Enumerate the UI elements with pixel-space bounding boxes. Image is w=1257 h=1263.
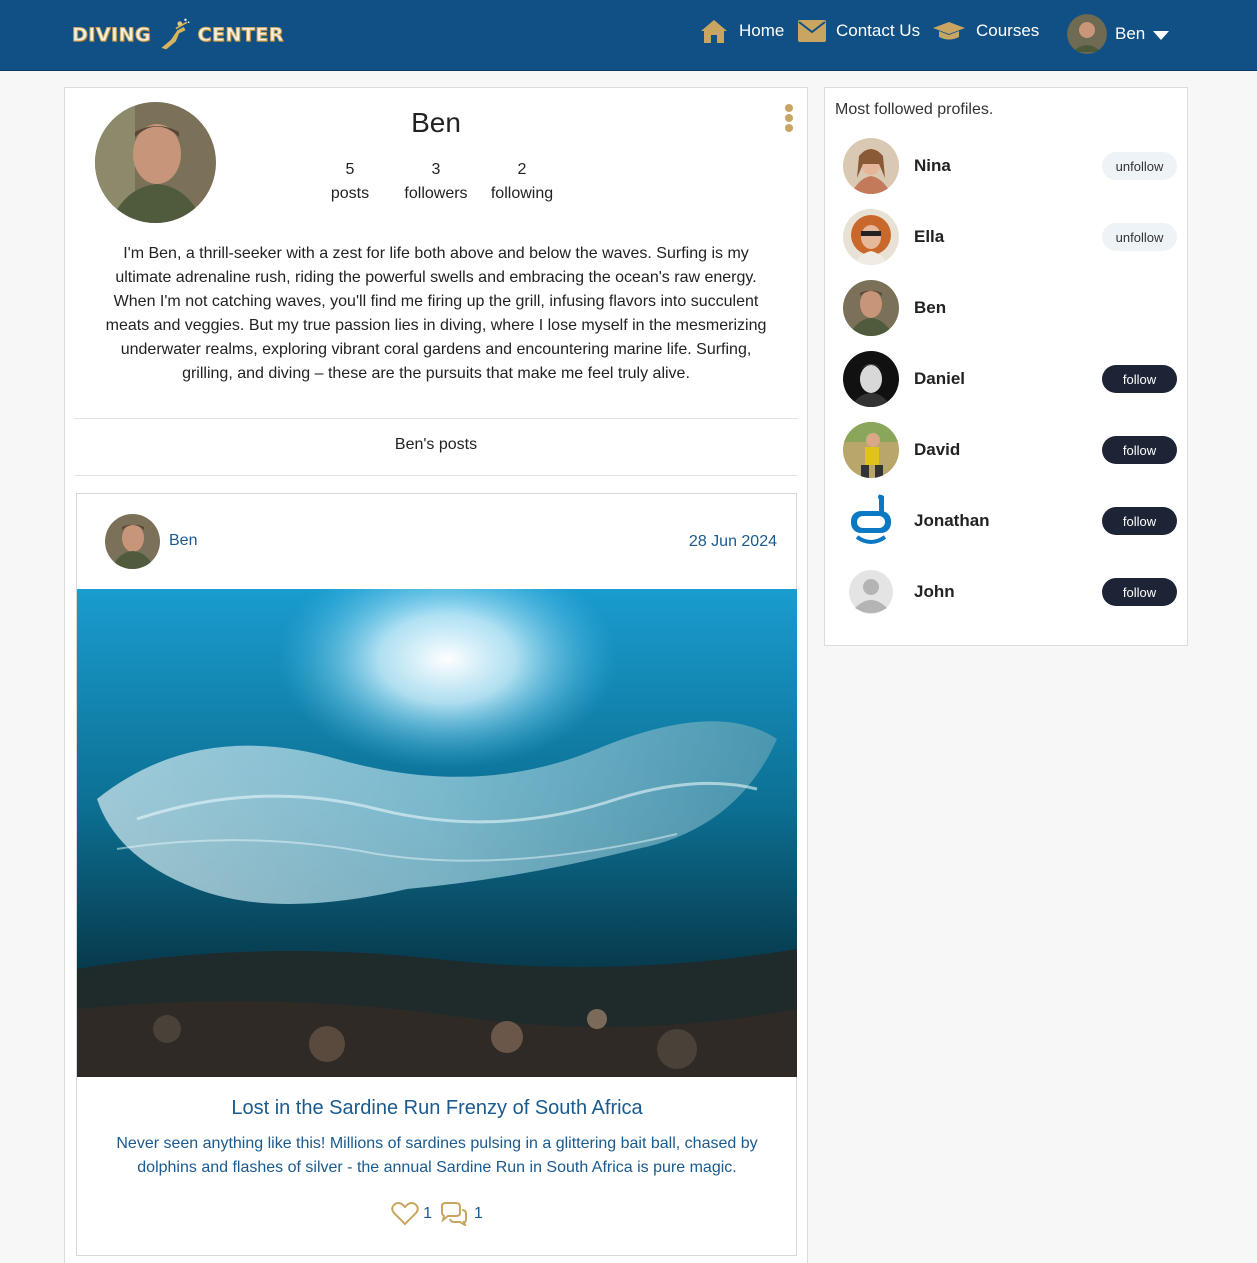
- diving-center-logo[interactable]: DIVING CENTER: [71, 13, 284, 57]
- nav-home-label: Home: [739, 21, 785, 40]
- profile-row-ben: Ben: [843, 280, 1177, 336]
- profile-name[interactable]: Ella: [914, 227, 944, 247]
- envelope-icon: [798, 20, 826, 42]
- profile-row-nina: Nina unfollow: [843, 138, 1177, 194]
- logo-text-center: CENTER: [197, 24, 284, 47]
- profile-bio: I'm Ben, a thrill-seeker with a zest for…: [105, 245, 767, 382]
- profile-row-jonathan: Jonathan follow: [843, 493, 1177, 549]
- avatar[interactable]: [843, 493, 899, 549]
- unfollow-button[interactable]: unfollow: [1102, 152, 1177, 180]
- posts-label: posts: [330, 185, 370, 202]
- profile-avatar: [95, 102, 216, 223]
- follow-button[interactable]: follow: [1102, 507, 1177, 535]
- unfollow-button[interactable]: unfollow: [1102, 223, 1177, 251]
- following-label: following: [490, 185, 554, 202]
- stat-following[interactable]: 2 following: [482, 158, 562, 206]
- posts-heading: Ben's posts: [394, 436, 478, 453]
- graduation-cap-icon: [933, 22, 965, 40]
- nav-home-link[interactable]: Home: [699, 16, 784, 46]
- snorkel-mask-icon: [843, 493, 899, 549]
- logo-text-diving: DIVING: [71, 24, 152, 47]
- like-button[interactable]: 1: [391, 1202, 432, 1226]
- post-title[interactable]: Lost in the Sardine Run Frenzy of South …: [77, 1097, 797, 1120]
- caret-down-icon: [1153, 31, 1170, 40]
- avatar[interactable]: [843, 209, 899, 265]
- divider: [74, 418, 798, 419]
- follow-button[interactable]: follow: [1102, 436, 1177, 464]
- post-text: Never seen anything like this! Millions …: [116, 1135, 758, 1176]
- profile-row-ella: Ella unfollow: [843, 209, 1177, 265]
- post-author-avatar[interactable]: [105, 514, 160, 569]
- default-user-icon: [849, 570, 893, 614]
- follow-button[interactable]: follow: [1102, 365, 1177, 393]
- profile-row-john: John follow: [843, 564, 1177, 620]
- profile-row-daniel: Daniel follow: [843, 351, 1177, 407]
- more-options-icon[interactable]: [784, 104, 794, 132]
- stat-posts: 5 posts: [310, 158, 390, 206]
- follow-button[interactable]: follow: [1102, 578, 1177, 606]
- profile-card: Ben 5 posts 3 followers 2 following I'm …: [64, 87, 808, 1263]
- following-count: 2: [517, 161, 527, 178]
- profile-name[interactable]: Ben: [914, 298, 946, 318]
- profile-name: Ben: [411, 107, 461, 138]
- post-actions: 1 1: [77, 1202, 797, 1226]
- post-card: Ben 28 Jun 2024 Lost in the Sardine Run …: [76, 493, 797, 1256]
- diver-logo-icon: [161, 18, 190, 50]
- profile-name[interactable]: Nina: [914, 156, 951, 176]
- avatar[interactable]: [843, 422, 899, 478]
- user-menu[interactable]: Ben: [1067, 14, 1170, 54]
- home-icon: [701, 20, 727, 43]
- profile-name[interactable]: Jonathan: [914, 511, 990, 531]
- divider: [74, 475, 798, 476]
- avatar[interactable]: [843, 138, 899, 194]
- profile-name[interactable]: David: [914, 440, 960, 460]
- top-navbar: DIVING CENTER Home Contact Us Courses Be…: [0, 0, 1257, 71]
- post-image-sardine-school[interactable]: [77, 589, 797, 1077]
- comments-button[interactable]: 1: [438, 1202, 483, 1226]
- user-avatar: [1067, 14, 1107, 54]
- nav-contact-link[interactable]: Contact Us: [798, 16, 920, 46]
- most-followed-card: Most followed profiles. Nina unfollow El…: [824, 87, 1188, 646]
- profile-name[interactable]: Daniel: [914, 369, 965, 389]
- like-count: 1: [423, 1205, 432, 1222]
- post-date: 28 Jun 2024: [688, 533, 777, 550]
- post-author-link[interactable]: Ben: [169, 532, 197, 550]
- followers-label: followers: [404, 185, 468, 202]
- sidebar-title: Most followed profiles.: [835, 101, 994, 118]
- nav-contact-label: Contact Us: [836, 21, 921, 40]
- comment-count: 1: [474, 1205, 483, 1222]
- nav-courses-link[interactable]: Courses: [932, 16, 1039, 46]
- comments-icon: [441, 1202, 467, 1226]
- heart-icon: [391, 1202, 419, 1226]
- profile-name[interactable]: John: [914, 582, 955, 602]
- profile-row-david: David follow: [843, 422, 1177, 478]
- avatar[interactable]: [843, 280, 899, 336]
- avatar[interactable]: [843, 564, 899, 620]
- avatar[interactable]: [843, 351, 899, 407]
- followers-count: 3: [431, 161, 441, 178]
- nav-courses-label: Courses: [976, 21, 1040, 40]
- user-menu-name: Ben: [1115, 24, 1146, 43]
- stat-followers[interactable]: 3 followers: [396, 158, 476, 206]
- posts-count: 5: [345, 161, 355, 178]
